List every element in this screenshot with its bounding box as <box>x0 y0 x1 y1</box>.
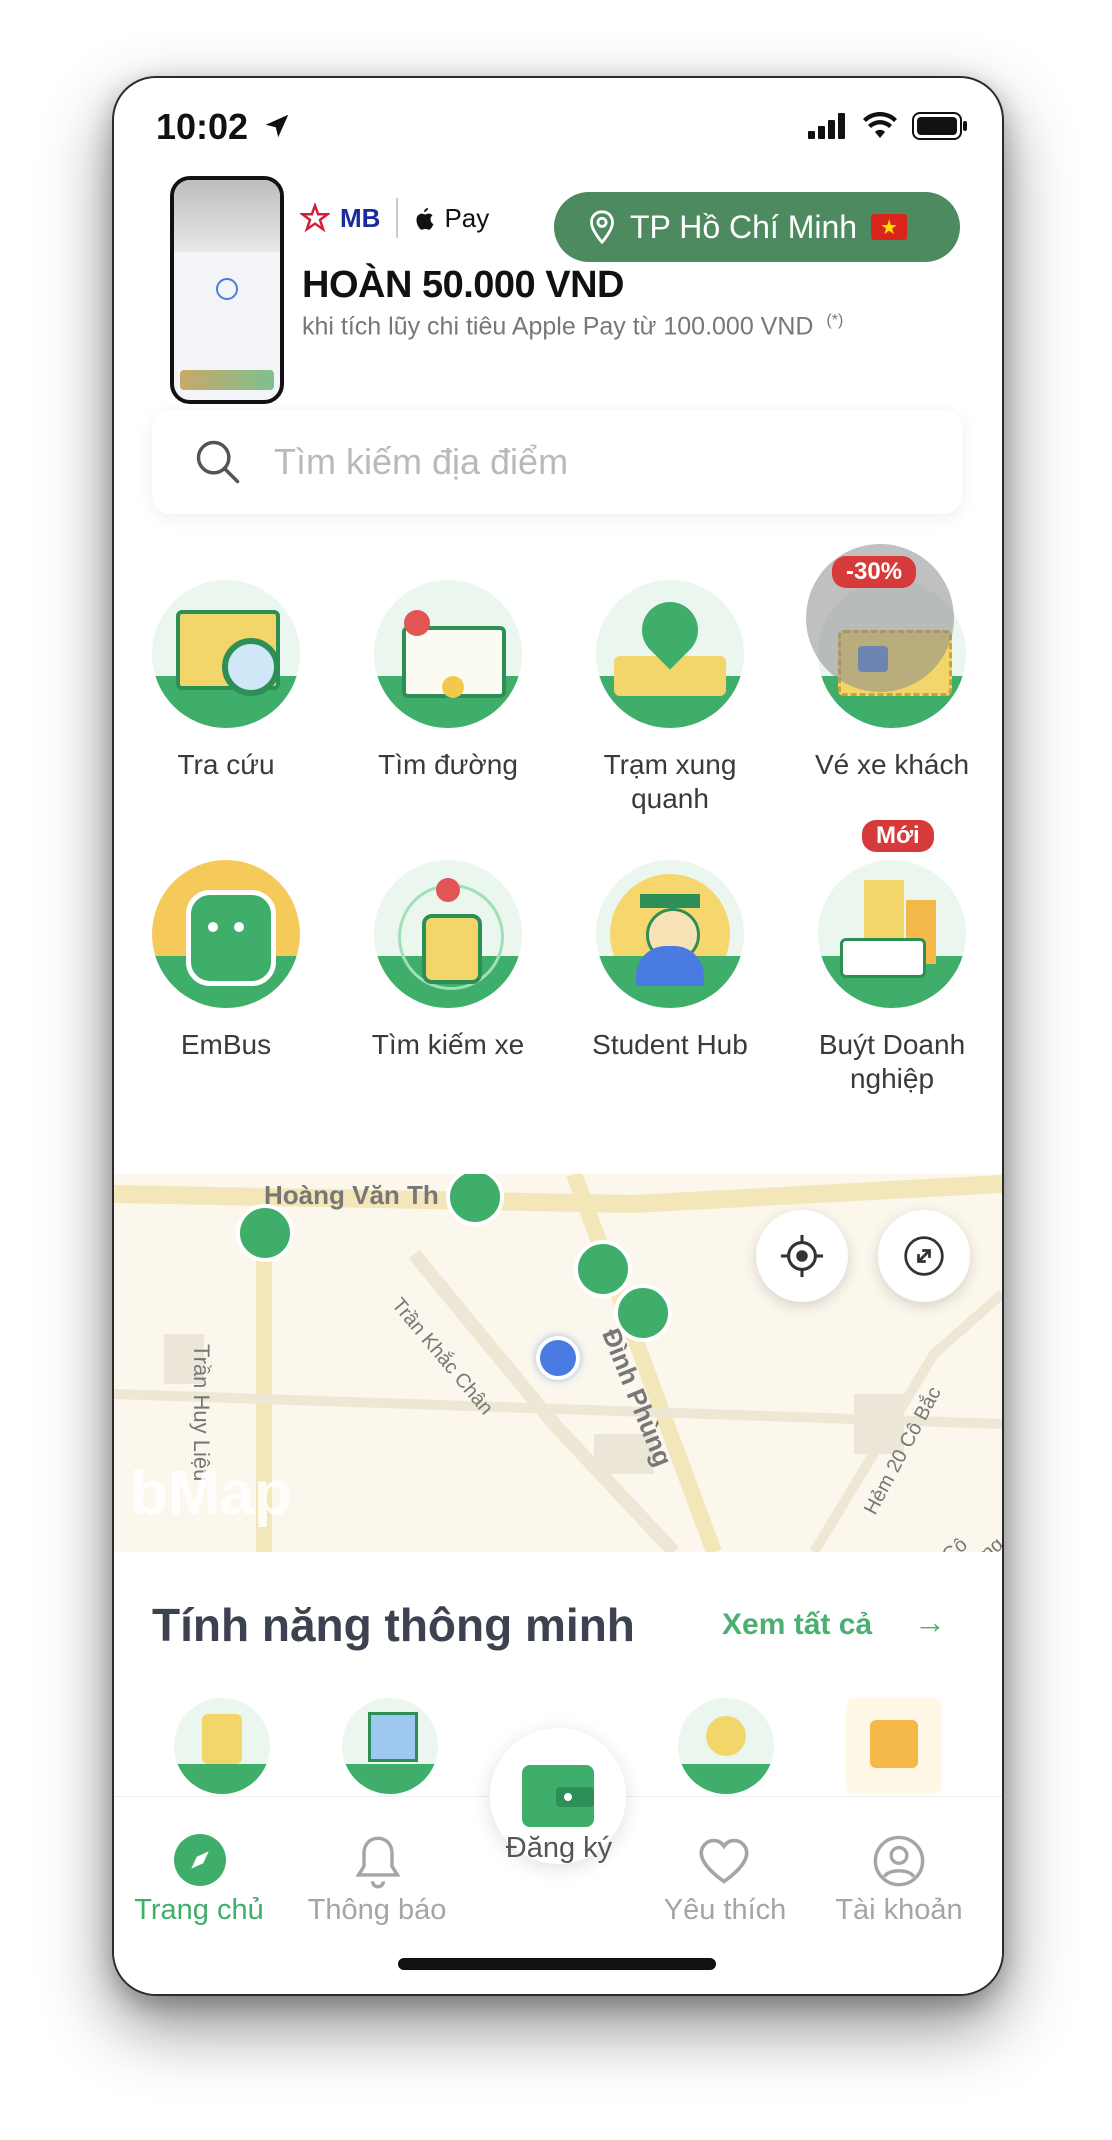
feature-tim-kiem-xe[interactable]: Tìm kiếm xe <box>348 860 548 1062</box>
mb-bank-name: MB <box>340 202 381 233</box>
smart-feature-icon[interactable] <box>678 1698 774 1794</box>
tab-register[interactable]: Đăng ký <box>474 1832 644 1865</box>
new-badge: Mới <box>862 820 934 852</box>
locate-me-button[interactable] <box>756 1210 848 1302</box>
feature-label: Tìm đường <box>378 749 518 780</box>
feature-label: Student Hub <box>592 1029 748 1060</box>
embus-icon <box>152 860 300 1008</box>
feature-label: EmBus <box>180 1029 272 1060</box>
feature-label: Trạm xung quanh <box>603 749 737 814</box>
tab-notifications[interactable]: Thông báo <box>292 1894 462 1927</box>
apple-icon <box>416 208 434 230</box>
feature-tim-duong[interactable]: Tìm đường <box>348 580 548 782</box>
business-bus-icon <box>818 860 966 1008</box>
feature-buyt-doanh-nghiep[interactable]: Buýt Doanh nghiệp Mới <box>792 820 992 1096</box>
home-indicator <box>398 1958 716 1970</box>
tab-favorites[interactable]: Yêu thích <box>640 1894 810 1927</box>
feature-embus[interactable]: EmBus <box>126 860 326 1062</box>
bus-stop-marker[interactable] <box>614 1284 672 1342</box>
tab-account[interactable]: Tài khoản <box>814 1894 984 1927</box>
feature-student-hub[interactable]: Student Hub <box>570 860 770 1062</box>
current-location-dot <box>536 1336 580 1380</box>
search-placeholder: Tìm kiếm địa điểm <box>274 441 569 482</box>
map-search-icon <box>152 580 300 728</box>
feature-tram-xung-quanh[interactable]: Trạm xung quanh <box>570 580 770 816</box>
vietnam-flag-icon: ★ <box>871 214 908 240</box>
wifi-icon <box>863 112 897 138</box>
phone-frame: 10:02 MB Pay TP Hồ Chí Minh ★ HOÀN 50.00… <box>112 76 1004 1996</box>
bus-stop-marker[interactable] <box>236 1204 294 1262</box>
location-arrow-icon <box>265 114 289 138</box>
see-all-link[interactable]: Xem tất cả <box>722 1608 872 1642</box>
tab-home[interactable]: Trang chủ <box>114 1894 284 1927</box>
feature-label: Buýt Doanh nghiệp <box>818 1029 966 1094</box>
search-bar[interactable]: Tìm kiếm địa điểm <box>152 410 962 514</box>
arrow-right-icon[interactable]: → <box>914 1604 946 1641</box>
feature-tra-cuu[interactable]: Tra cứu <box>126 580 326 782</box>
wallet-icon <box>522 1765 594 1827</box>
promo-subtitle: khi tích lũy chi tiêu Apple Pay từ 100.0… <box>302 312 843 341</box>
street-label: Hoàng Văn Th <box>264 1180 439 1210</box>
feature-ve-xe-khach[interactable]: Vé xe khách -30% <box>792 544 992 782</box>
time-text: 10:02 <box>156 106 249 147</box>
mb-applepay-logo: MB Pay <box>300 198 489 238</box>
feature-label: Vé xe khách <box>814 749 970 780</box>
promo-footnote: (*) <box>826 312 844 329</box>
location-pin-icon <box>590 210 614 245</box>
compass-icon <box>174 1834 226 1886</box>
city-selector-button[interactable]: TP Hồ Chí Minh ★ <box>554 192 960 262</box>
mb-star-icon <box>300 203 330 233</box>
section-title: Tính năng thông minh <box>152 1599 635 1651</box>
apple-pay-text: Pay <box>444 202 490 233</box>
status-icons <box>808 112 968 140</box>
smart-feature-icon[interactable] <box>174 1698 270 1794</box>
search-icon <box>196 440 240 484</box>
bus-stop-marker[interactable] <box>574 1240 632 1298</box>
promo-subtitle-text: khi tích lũy chi tiêu Apple Pay từ 100.0… <box>302 312 814 341</box>
discount-badge: -30% <box>832 556 917 588</box>
expand-map-button[interactable] <box>878 1210 970 1302</box>
promo-title[interactable]: HOÀN 50.000 VND <box>302 264 624 307</box>
map-view[interactable]: Hoàng Văn Th Trần Huy Liệu Trần Khắc Châ… <box>114 1174 1002 1552</box>
feature-label: Tìm kiếm xe <box>371 1029 525 1060</box>
route-icon <box>374 580 522 728</box>
promo-phone-image[interactable] <box>170 176 284 404</box>
battery-icon <box>912 112 967 140</box>
smart-feature-icon[interactable] <box>342 1698 438 1794</box>
student-icon <box>596 860 744 1008</box>
status-time: 10:02 <box>156 106 292 148</box>
crosshair-icon <box>780 1234 824 1278</box>
feature-label: Tra cứu <box>177 749 275 780</box>
expand-icon <box>904 1236 944 1276</box>
find-bus-icon <box>374 860 522 1008</box>
smart-feature-icon[interactable] <box>846 1698 942 1794</box>
nearby-stations-icon <box>596 580 744 728</box>
signal-icon <box>808 113 845 139</box>
city-label: TP Hồ Chí Minh <box>630 208 858 245</box>
account-icon <box>873 1835 925 1887</box>
map-watermark: bMap <box>130 1459 292 1528</box>
bell-icon <box>355 1836 401 1889</box>
heart-icon <box>699 1838 749 1884</box>
